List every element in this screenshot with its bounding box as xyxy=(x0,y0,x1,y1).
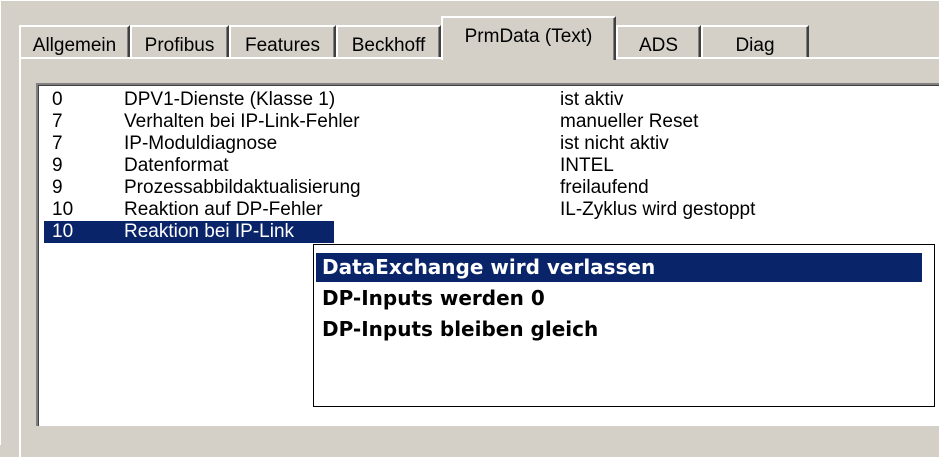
dropdown-option[interactable]: DP-Inputs werden 0 xyxy=(316,284,922,313)
param-name: DPV1-Dienste (Klasse 1) xyxy=(124,89,336,110)
tab-features[interactable]: Features xyxy=(229,25,336,58)
dropdown-option[interactable]: DP-Inputs bleiben gleich xyxy=(316,315,922,344)
tab-ads[interactable]: ADS xyxy=(616,25,701,58)
tab-profibus[interactable]: Profibus xyxy=(130,25,229,58)
param-name: Datenformat xyxy=(124,155,229,176)
tab-allgemein[interactable]: Allgemein xyxy=(19,25,130,58)
param-value: INTEL xyxy=(560,155,614,176)
list-item[interactable]: 7 Verhalten bei IP-Link-Fehler manueller… xyxy=(44,111,939,133)
param-number: 7 xyxy=(52,111,63,132)
dialog-left-edge xyxy=(0,0,1,445)
param-value: ist nicht aktiv xyxy=(560,133,669,154)
param-value: manueller Reset xyxy=(560,111,699,132)
param-name: Verhalten bei IP-Link-Fehler xyxy=(124,111,360,132)
dialog-top-edge xyxy=(0,0,939,1)
dropdown-option[interactable]: DataExchange wird verlassen xyxy=(316,253,922,282)
tab-beckhoff[interactable]: Beckhoff xyxy=(336,25,441,58)
param-name: Prozessabbildaktualisierung xyxy=(124,177,361,198)
param-value: freilaufend xyxy=(560,177,649,198)
param-number: 10 xyxy=(52,199,74,220)
tab-diag[interactable]: Diag xyxy=(701,25,809,58)
param-name: Reaktion bei IP-Link xyxy=(124,221,295,242)
param-name: Reaktion auf DP-Fehler xyxy=(124,199,323,220)
list-item[interactable]: 0 DPV1-Dienste (Klasse 1) ist aktiv xyxy=(44,89,939,111)
param-number: 10 xyxy=(52,221,74,242)
param-number: 9 xyxy=(52,177,63,198)
value-dropdown-list[interactable]: DataExchange wird verlassen DP-Inputs we… xyxy=(313,244,935,407)
list-item-selected[interactable]: 10 Reaktion bei IP-Link xyxy=(44,221,334,243)
list-item[interactable]: 7 IP-Moduldiagnose ist nicht aktiv xyxy=(44,133,939,155)
param-number: 9 xyxy=(52,155,63,176)
param-value: ist aktiv xyxy=(560,89,624,110)
list-item[interactable]: 9 Prozessabbildaktualisierung freilaufen… xyxy=(44,177,939,199)
param-name: IP-Moduldiagnose xyxy=(124,133,278,154)
param-value: IL-Zyklus wird gestoppt xyxy=(560,199,756,220)
param-number: 0 xyxy=(52,89,63,110)
param-number: 7 xyxy=(52,133,63,154)
list-item[interactable]: 9 Datenformat INTEL xyxy=(44,155,939,177)
tab-prmdata-text[interactable]: PrmData (Text) xyxy=(441,16,616,60)
list-item[interactable]: 10 Reaktion auf DP-Fehler IL-Zyklus wird… xyxy=(44,199,939,221)
